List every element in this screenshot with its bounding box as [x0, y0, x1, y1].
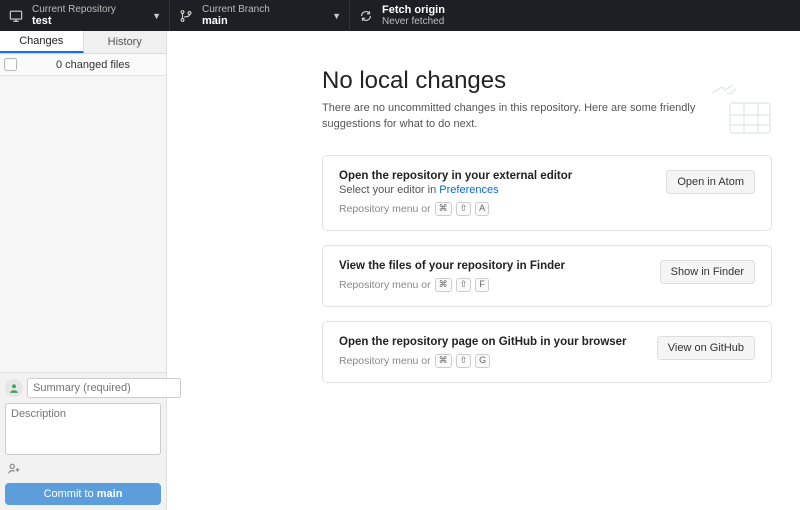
kbd-icon: G	[475, 354, 490, 368]
fetch-value: Never fetched	[382, 16, 522, 27]
sync-icon	[358, 9, 374, 23]
view-on-github-button[interactable]: View on GitHub	[657, 336, 755, 360]
commit-button[interactable]: Commit to main	[5, 483, 161, 505]
git-branch-icon	[178, 9, 194, 23]
card-title: Open the repository in your external edi…	[339, 170, 656, 182]
file-list-empty	[0, 76, 166, 372]
card-hint: Repository menu or ⌘ ⇧ F	[339, 278, 650, 292]
desktop-icon	[8, 9, 24, 23]
card-subtitle: Select your editor in Preferences	[339, 184, 656, 196]
fetch-button[interactable]: Fetch origin Never fetched	[350, 0, 530, 31]
sidebar: Changes History 0 changed files Commit t…	[0, 31, 167, 510]
description-input[interactable]	[5, 403, 161, 455]
suggestion-show-finder: View the files of your repository in Fin…	[322, 245, 772, 307]
summary-input[interactable]	[27, 378, 181, 398]
fetch-label: Fetch origin	[382, 4, 522, 16]
card-hint: Repository menu or ⌘ ⇧ G	[339, 354, 647, 368]
preferences-link[interactable]: Preferences	[439, 184, 498, 196]
tab-history[interactable]: History	[84, 31, 167, 53]
card-hint: Repository menu or ⌘ ⇧ A	[339, 202, 656, 216]
sidebar-tabs: Changes History	[0, 31, 166, 54]
kbd-icon: ⌘	[435, 278, 452, 292]
add-coauthor-icon[interactable]	[5, 462, 23, 476]
show-in-finder-button[interactable]: Show in Finder	[660, 260, 755, 284]
card-title: View the files of your repository in Fin…	[339, 260, 650, 272]
avatar	[5, 379, 23, 397]
page-subtitle: There are no uncommitted changes in this…	[322, 101, 722, 133]
branch-label: Current Branch	[202, 4, 324, 15]
top-toolbar: Current Repository test ▼ Current Branch…	[0, 0, 800, 31]
kbd-icon: ⇧	[456, 354, 472, 368]
main-panel: No local changes There are no uncommitte…	[167, 31, 800, 510]
checkbox-icon[interactable]	[4, 58, 17, 71]
repo-value: test	[32, 15, 144, 27]
select-all-checkbox[interactable]	[0, 58, 20, 71]
branch-value: main	[202, 15, 324, 27]
kbd-icon: ⌘	[435, 354, 452, 368]
kbd-icon: ⌘	[435, 202, 452, 216]
changes-header: 0 changed files	[0, 54, 166, 76]
branch-selector[interactable]: Current Branch main ▼	[170, 0, 350, 31]
suggestion-open-editor: Open the repository in your external edi…	[322, 155, 772, 231]
repo-selector[interactable]: Current Repository test ▼	[0, 0, 170, 31]
chevron-down-icon: ▼	[152, 11, 161, 21]
commit-form: Commit to main	[0, 372, 166, 510]
changed-files-count: 0 changed files	[20, 59, 166, 71]
kbd-icon: F	[475, 278, 489, 292]
repo-label: Current Repository	[32, 4, 144, 15]
tab-changes[interactable]: Changes	[0, 31, 84, 53]
kbd-icon: ⇧	[456, 202, 472, 216]
card-title: Open the repository page on GitHub in yo…	[339, 336, 647, 348]
empty-state-illustration	[700, 81, 780, 141]
kbd-icon: ⇧	[456, 278, 472, 292]
suggestion-view-github: Open the repository page on GitHub in yo…	[322, 321, 772, 383]
open-in-atom-button[interactable]: Open in Atom	[666, 170, 755, 194]
kbd-icon: A	[475, 202, 489, 216]
chevron-down-icon: ▼	[332, 11, 341, 21]
